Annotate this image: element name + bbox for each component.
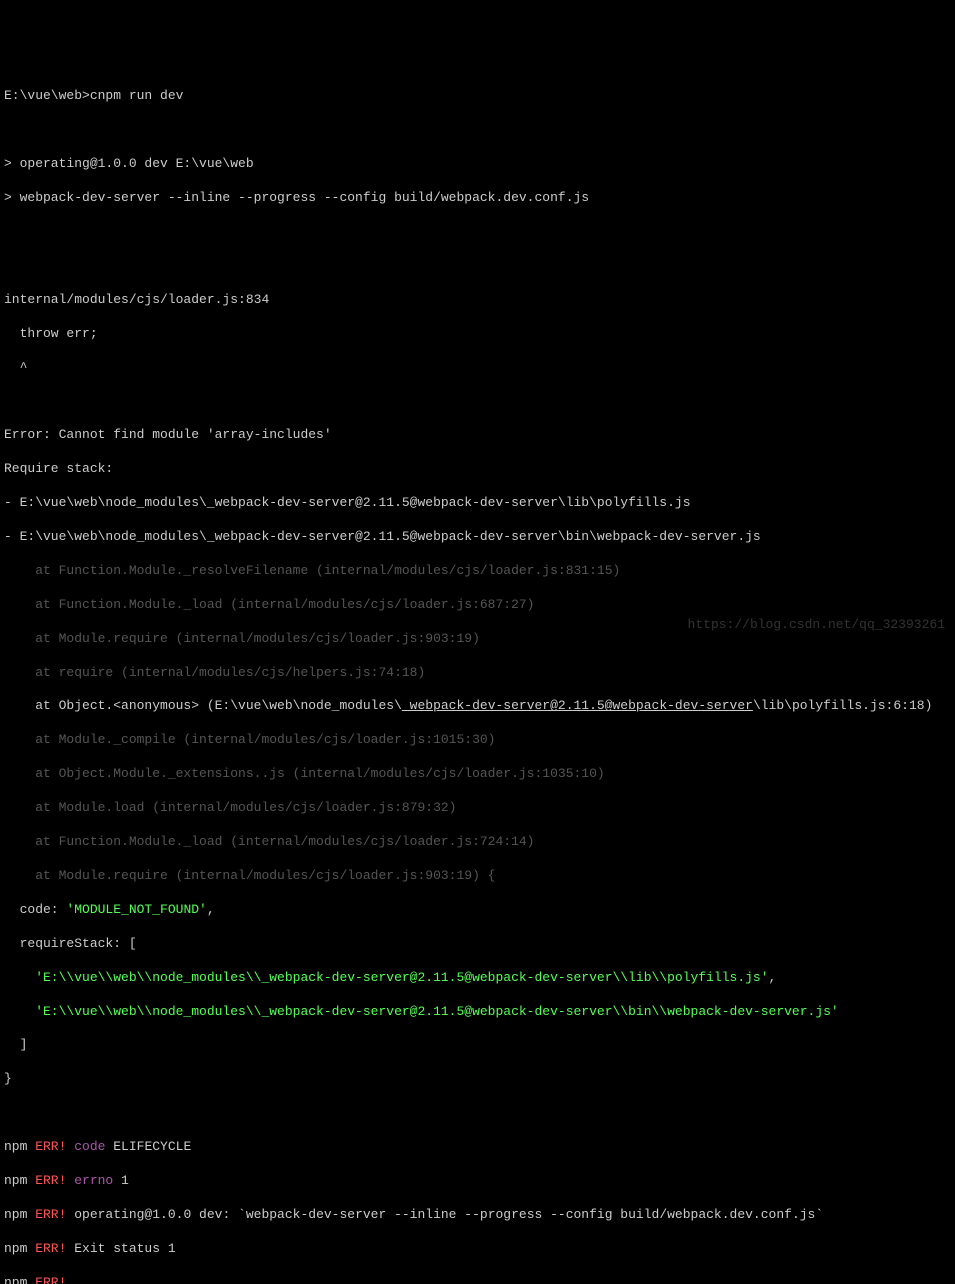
at-line-10: at Module.require (internal/modules/cjs/… bbox=[4, 868, 951, 885]
throw-line: throw err; bbox=[4, 326, 951, 343]
caret-line: ^ bbox=[4, 360, 951, 377]
errno-text: errno bbox=[66, 1173, 113, 1188]
close-bracket: ] bbox=[4, 1037, 951, 1054]
npm-err-blank: npm ERR! bbox=[4, 1275, 951, 1284]
close-brace: } bbox=[4, 1071, 951, 1088]
at-line-4: at require (internal/modules/cjs/helpers… bbox=[4, 665, 951, 682]
code-label: code: bbox=[4, 902, 66, 917]
blank bbox=[4, 393, 951, 410]
at-line-1: at Function.Module._resolveFilename (int… bbox=[4, 563, 951, 580]
blank bbox=[4, 258, 951, 275]
at5-prefix: at Object.<anonymous> (E:\vue\web\node_m… bbox=[4, 698, 402, 713]
run-line-2: > webpack-dev-server --inline --progress… bbox=[4, 190, 951, 207]
elifecycle-text: ELIFECYCLE bbox=[105, 1139, 191, 1154]
loader-line: internal/modules/cjs/loader.js:834 bbox=[4, 292, 951, 309]
err-text: ERR! bbox=[27, 1275, 66, 1284]
err-text: ERR! bbox=[27, 1241, 66, 1256]
npm-err-errno: npm ERR! errno 1 bbox=[4, 1173, 951, 1190]
at-line-2: at Function.Module._load (internal/modul… bbox=[4, 597, 951, 614]
at-line-5: at Object.<anonymous> (E:\vue\web\node_m… bbox=[4, 698, 951, 715]
code-text: code bbox=[66, 1139, 105, 1154]
err-text: ERR! bbox=[27, 1173, 66, 1188]
prompt-line: E:\vue\web>cnpm run dev bbox=[4, 88, 951, 105]
npm-text: npm bbox=[4, 1241, 27, 1256]
npm-text: npm bbox=[4, 1139, 27, 1154]
stack-entry-1: - E:\vue\web\node_modules\_webpack-dev-s… bbox=[4, 495, 951, 512]
npm-text: npm bbox=[4, 1173, 27, 1188]
code-value: 'MODULE_NOT_FOUND' bbox=[66, 902, 206, 917]
comma: , bbox=[769, 970, 777, 985]
run-line-1: > operating@1.0.0 dev E:\vue\web bbox=[4, 156, 951, 173]
at-line-8: at Module.load (internal/modules/cjs/loa… bbox=[4, 800, 951, 817]
blank bbox=[4, 1105, 951, 1122]
at-line-6: at Module._compile (internal/modules/cjs… bbox=[4, 732, 951, 749]
at-line-7: at Object.Module._extensions..js (intern… bbox=[4, 766, 951, 783]
comma: , bbox=[207, 902, 215, 917]
npm-text: npm bbox=[4, 1207, 27, 1222]
npm-err-exit: npm ERR! Exit status 1 bbox=[4, 1241, 951, 1258]
at5-underline: _webpack-dev-server@2.11.5@webpack-dev-s… bbox=[402, 698, 753, 713]
npm-err-dev: npm ERR! operating@1.0.0 dev: `webpack-d… bbox=[4, 1207, 951, 1224]
require-stack-open: requireStack: [ bbox=[4, 936, 951, 953]
blank bbox=[4, 224, 951, 241]
terminal-output[interactable]: E:\vue\web>cnpm run dev > operating@1.0.… bbox=[4, 72, 951, 1284]
require-stack-header: Require stack: bbox=[4, 461, 951, 478]
errno1-text: 1 bbox=[113, 1173, 129, 1188]
npm-err-code: npm ERR! code ELIFECYCLE bbox=[4, 1139, 951, 1156]
at-line-3: at Module.require (internal/modules/cjs/… bbox=[4, 631, 951, 648]
require-stack-item-1: 'E:\\vue\\web\\node_modules\\_webpack-de… bbox=[4, 970, 951, 987]
rs1: 'E:\\vue\\web\\node_modules\\_webpack-de… bbox=[4, 970, 769, 985]
err-text: ERR! bbox=[27, 1207, 66, 1222]
code-line: code: 'MODULE_NOT_FOUND', bbox=[4, 902, 951, 919]
at5-suffix: \lib\polyfills.js:6:18) bbox=[753, 698, 932, 713]
err-text: ERR! bbox=[27, 1139, 66, 1154]
npm-text: npm bbox=[4, 1275, 27, 1284]
stack-entry-2: - E:\vue\web\node_modules\_webpack-dev-s… bbox=[4, 529, 951, 546]
exit-text: Exit status 1 bbox=[66, 1241, 175, 1256]
blank bbox=[4, 122, 951, 139]
require-stack-item-2: 'E:\\vue\\web\\node_modules\\_webpack-de… bbox=[4, 1004, 951, 1021]
dev-text: operating@1.0.0 dev: `webpack-dev-server… bbox=[66, 1207, 823, 1222]
at-line-9: at Function.Module._load (internal/modul… bbox=[4, 834, 951, 851]
error-line: Error: Cannot find module 'array-include… bbox=[4, 427, 951, 444]
